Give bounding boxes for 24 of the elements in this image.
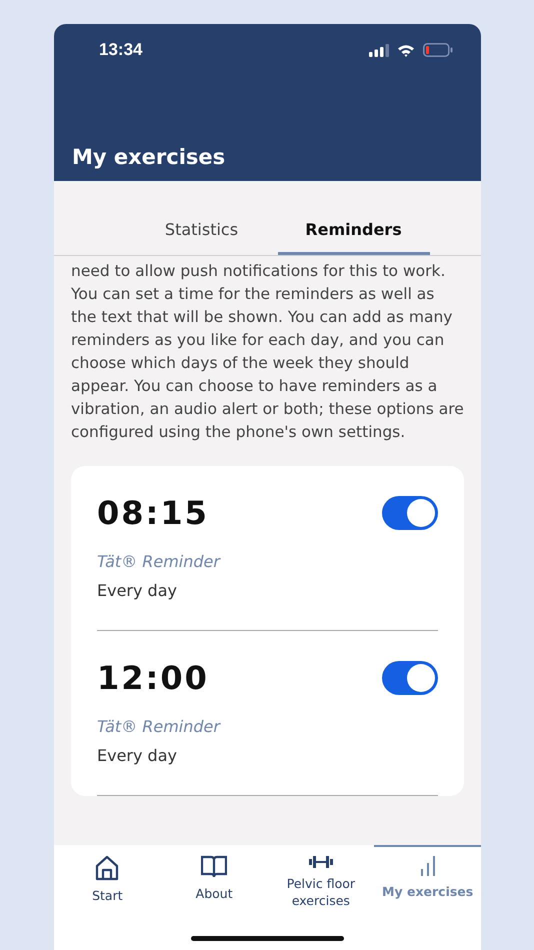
page-title: My exercises xyxy=(72,145,226,169)
nav-item[interactable]: Pelvic floor exercises xyxy=(268,845,374,950)
nav-item[interactable]: About xyxy=(160,845,268,950)
reminder-days: Every day xyxy=(97,581,438,600)
reminder-label: Tät® Reminder xyxy=(97,717,222,736)
home-icon xyxy=(95,855,120,881)
tab[interactable]: Reminders xyxy=(278,207,430,255)
nav-item[interactable]: My exercises xyxy=(374,845,481,950)
status-time: 13:34 xyxy=(99,40,142,60)
tab[interactable]: Statistics xyxy=(126,207,278,255)
bar-chart-icon xyxy=(420,855,436,877)
reminder-time: 12:00 xyxy=(97,659,209,697)
book-icon xyxy=(201,855,228,879)
dumbbell-icon xyxy=(308,855,333,869)
intro-paragraph: need to allow push notifications for this to work. You can set a time for the reminders as well as the text that will be shown. You can add as many reminders as you like for each day, and you can choose which days of the week they should appear. You can choose to have reminders as a vibration, an audio alert or both; these options are configured using the phone's own settings. xyxy=(71,261,464,443)
reminder-toggle[interactable] xyxy=(382,661,438,695)
reminder-label: Tät® Reminder xyxy=(97,552,222,571)
reminder-toggle[interactable] xyxy=(382,496,438,530)
wifi-icon xyxy=(397,44,415,56)
battery-icon xyxy=(423,43,453,57)
reminder-days: Every day xyxy=(97,746,438,765)
signal-icon xyxy=(369,44,389,56)
reminder-time: 08:15 xyxy=(97,494,209,532)
nav-item[interactable]: Start xyxy=(54,845,161,950)
